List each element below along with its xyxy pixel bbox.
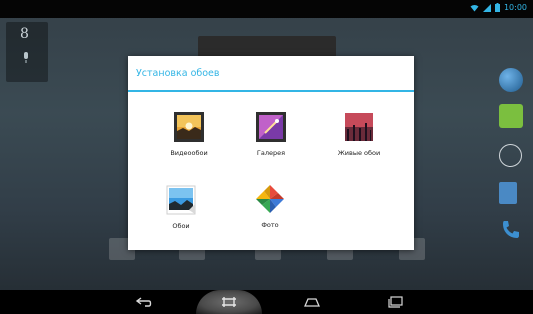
home-nav-button[interactable] (296, 294, 328, 310)
option-label: Видеообои (170, 149, 208, 157)
home-button[interactable] (213, 294, 245, 310)
signal-icon (482, 3, 491, 12)
option-gallery[interactable]: Галерея (236, 111, 306, 163)
status-time: 10:00 (503, 3, 527, 12)
app-drawer-icon (499, 144, 522, 167)
option-label: Галерея (256, 149, 286, 157)
option-label: Обои (172, 222, 190, 230)
photos-icon (256, 185, 284, 213)
dialog-title: Установка обоев (136, 68, 220, 79)
option-label: Фото (261, 221, 279, 229)
video-wallpaper-icon (174, 112, 204, 142)
option-video-wallpaper[interactable]: Видеообои (154, 111, 224, 163)
recent-apps-icon (388, 296, 403, 308)
wifi-icon (470, 4, 479, 11)
dock (499, 60, 529, 260)
option-wallpapers[interactable]: Обои (146, 184, 216, 236)
option-live-wallpaper[interactable]: Живые обои (324, 111, 394, 163)
contacts-icon (499, 182, 517, 204)
battery-icon (494, 3, 500, 12)
status-icons: 10:00 (470, 3, 527, 12)
wallpapers-icon (166, 185, 196, 215)
gallery-icon (256, 112, 286, 142)
option-label: Живые обои (337, 149, 381, 157)
back-icon (135, 297, 152, 307)
home-icon (304, 298, 320, 307)
browser-icon (499, 68, 523, 92)
screenshot-capture-icon (222, 297, 236, 307)
wallpaper-dialog: Установка обоев Видеообои Галерея Живые … (128, 56, 414, 250)
live-wallpaper-icon (345, 113, 373, 141)
option-photos[interactable]: Фото (235, 183, 305, 235)
recent-apps-button[interactable] (380, 294, 412, 310)
google-search-icon: 8 (20, 26, 29, 42)
mic-icon (24, 52, 28, 63)
back-button[interactable] (128, 294, 160, 310)
navigation-bar (0, 290, 533, 314)
status-bar: 10:00 (0, 0, 533, 18)
dialog-divider (128, 90, 414, 92)
messaging-icon (499, 104, 523, 128)
phone-icon (503, 221, 519, 238)
